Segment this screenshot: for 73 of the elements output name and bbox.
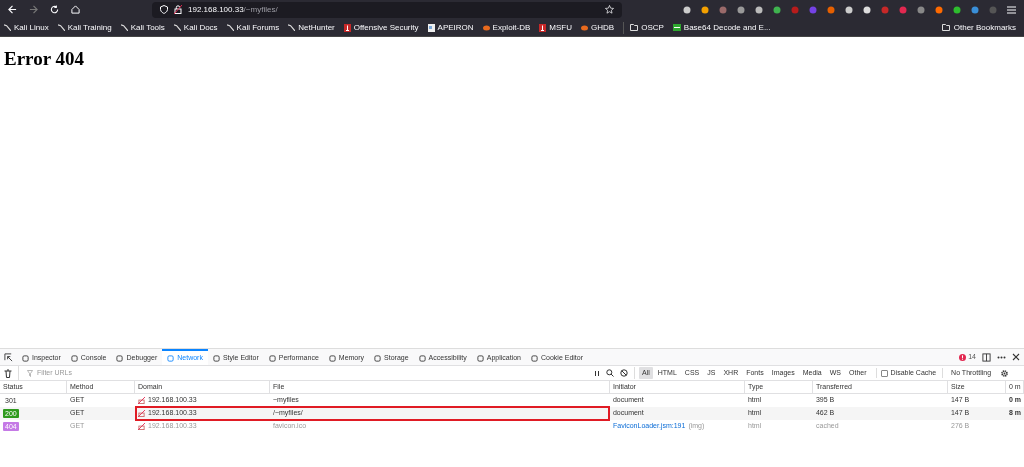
extension-icon[interactable] [863,5,871,14]
dragon-icon [57,24,65,31]
search-icon[interactable] [606,369,614,377]
extension-icon[interactable] [737,5,745,14]
bookmark-item[interactable]: GHDB [581,21,615,34]
tool-icon [531,354,538,362]
close-icon[interactable] [1012,353,1020,361]
tool-icon [167,354,175,362]
bookmark-item[interactable]: Exploit-DB [482,21,531,34]
page-heading: Error 404 [4,47,86,71]
filter-icon [27,369,33,377]
dragon-icon [226,24,234,31]
bookmark-item[interactable]: Kali Linux [4,21,49,34]
error-icon [959,353,967,361]
bookmark-item[interactable]: NetHunter [288,21,335,34]
extension-icon[interactable] [953,5,961,14]
tool-icon [374,354,382,362]
extension-icon[interactable] [683,5,691,14]
folder-icon [941,24,950,31]
insecure-lock-icon [174,5,182,14]
bookmark-item[interactable]: Kali Docs [173,21,218,34]
reload-icon[interactable] [50,5,59,14]
block-icon[interactable] [620,369,628,377]
tool-icon [22,354,29,362]
back-icon[interactable] [8,5,17,14]
dock-icon[interactable] [982,352,991,362]
site-icon [672,24,681,31]
shield-icon [160,5,168,14]
tool-icon [70,354,78,362]
extension-icon[interactable] [701,5,709,14]
bookmark-item[interactable]: MSFU [539,21,573,34]
extension-icon[interactable] [755,5,763,14]
bookmark-item[interactable]: Other Bookmarks [941,21,1016,34]
more-icon[interactable] [997,355,1006,359]
extension-icon[interactable] [773,5,781,14]
site-icon [539,23,547,32]
bookmark-item[interactable]: Offensive Security [343,21,419,34]
tool-icon [328,354,336,362]
bookmark-star-icon[interactable] [605,5,614,14]
insecure-lock-icon [138,423,145,430]
bookmark-item[interactable]: Kali Forums [226,21,280,34]
flame-icon [482,24,490,31]
flame-icon [581,24,589,31]
forward-icon[interactable] [29,5,38,14]
insecure-lock-icon [138,410,145,417]
dragon-icon [173,24,181,31]
extension-icon[interactable] [935,5,943,14]
site-icon [343,23,351,32]
bookmark-item[interactable]: Kali Tools [120,21,165,34]
tool-icon [418,354,426,362]
element-picker-icon[interactable] [4,352,13,362]
folder-icon [630,24,639,31]
bookmark-item[interactable]: APEIRON [427,21,474,34]
extension-icon[interactable] [845,5,853,14]
dragon-icon [120,24,128,31]
tool-icon [476,354,484,362]
tool-icon [268,354,276,362]
bookmark-item[interactable]: Kali Training [57,21,112,34]
address-bar[interactable]: 192.168.100.33/~myfiles/ [152,1,622,18]
tool-icon [116,354,124,362]
pause-icon[interactable] [594,369,600,377]
tool-icon [212,354,220,362]
page-icon [427,23,435,32]
dragon-icon [4,24,11,31]
url-text: 192.168.100.33/~myfiles/ [188,3,278,16]
bookmark-item[interactable]: OSCP [623,21,664,34]
bookmark-item[interactable]: Base64 Decode and E... [672,21,771,34]
settings-icon[interactable] [1000,368,1010,378]
trash-icon[interactable] [4,368,12,378]
insecure-lock-icon [138,397,145,404]
home-icon[interactable] [71,5,80,14]
dragon-icon [288,24,296,31]
menu-icon[interactable] [1007,5,1016,14]
